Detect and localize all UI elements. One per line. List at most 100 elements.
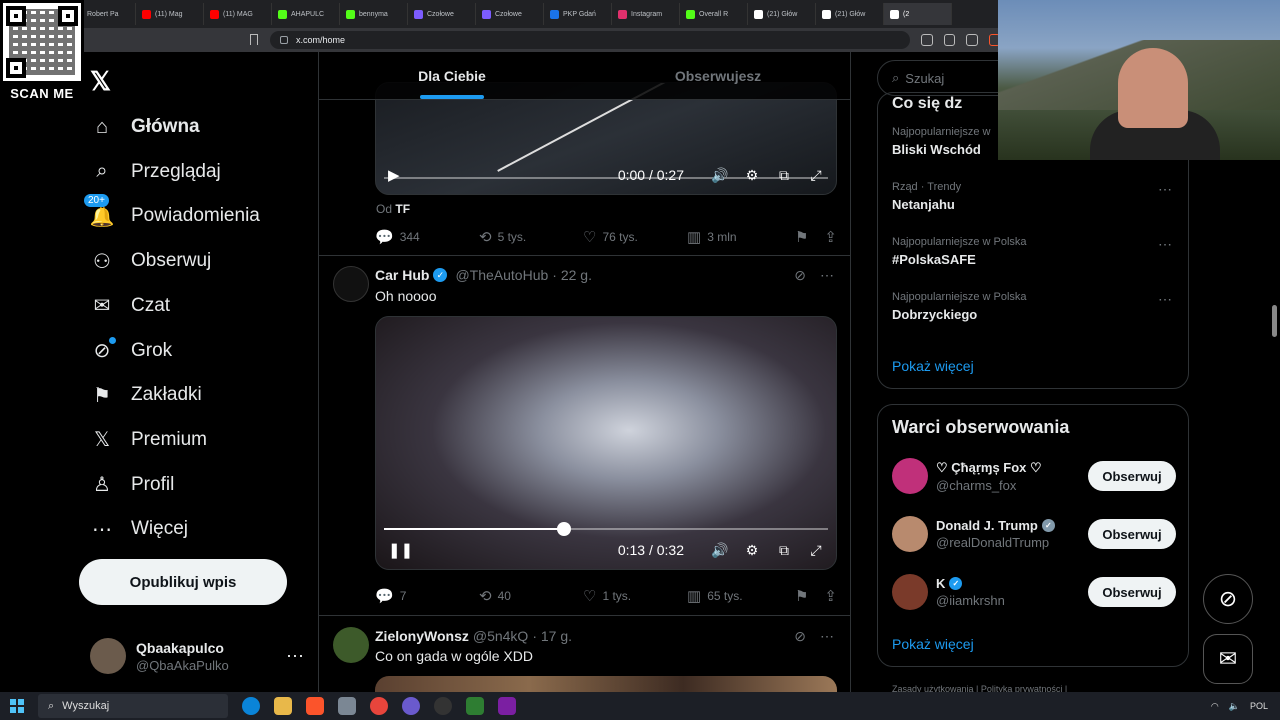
volume-icon[interactable]: 🔊 xyxy=(711,167,728,183)
page-scrollbar[interactable] xyxy=(1272,305,1277,337)
share-icon[interactable] xyxy=(966,34,978,46)
browser-tab[interactable]: PKP Gdań xyxy=(544,3,612,25)
nav-item-home[interactable]: ⌂ Główna xyxy=(90,105,200,149)
brave-icon[interactable] xyxy=(306,697,324,715)
tweet-time[interactable]: · 17 g. xyxy=(532,628,572,644)
avatar[interactable] xyxy=(333,627,369,663)
like-button[interactable]: ♡ 76 tys. xyxy=(583,228,687,246)
tweet-handle[interactable]: @TheAutoHub xyxy=(455,267,548,283)
wifi-icon[interactable]: ◠ xyxy=(1211,701,1219,712)
fullscreen-icon[interactable]: ⤢ xyxy=(808,542,824,558)
browser-tab[interactable]: Czołowe xyxy=(408,3,476,25)
grok-fab-icon[interactable]: ⊘ xyxy=(1203,574,1253,624)
more-icon[interactable]: ⋯ xyxy=(1158,291,1172,308)
follow-button[interactable]: Obserwuj xyxy=(1088,577,1176,607)
fullscreen-icon[interactable]: ⤢ xyxy=(808,167,824,183)
more-icon[interactable]: ⋯ xyxy=(820,628,834,645)
reply-button[interactable]: 💬 344 xyxy=(375,228,479,246)
trend-item[interactable]: Najpopularniejsze w Polska Dobrzyckiego ⋯ xyxy=(892,291,1182,322)
pip-icon[interactable]: ⧉ xyxy=(776,167,792,183)
nav-item-more[interactable]: ⋯ Więcej xyxy=(90,507,188,551)
trend-item[interactable]: Rząd · Trendy Netanjahu ⋯ xyxy=(892,181,1182,212)
app-icon[interactable] xyxy=(338,697,356,715)
browser-tab[interactable]: AHAPULC xyxy=(272,3,340,25)
post-button[interactable]: Opublikuj wpis xyxy=(79,559,287,605)
nav-item-mail[interactable]: ✉ Czat xyxy=(90,284,170,328)
nav-item-bell[interactable]: 🔔 20+ Powiadomienia xyxy=(84,194,260,238)
pip-icon[interactable]: ⧉ xyxy=(776,542,792,558)
grok-icon[interactable]: ⊘ xyxy=(794,267,806,284)
volume-icon[interactable]: 🔊 xyxy=(711,542,728,558)
file-explorer-icon[interactable] xyxy=(274,697,292,715)
follow-button[interactable]: Obserwuj xyxy=(1088,461,1176,491)
tab-following[interactable]: Obserwujesz xyxy=(585,52,850,99)
nav-item-bookmark[interactable]: ⚑ Zakładki xyxy=(90,373,202,417)
views-button[interactable]: ▥ 65 tys. xyxy=(687,587,791,605)
pause-icon[interactable]: ❚❚ xyxy=(388,541,418,559)
language-indicator[interactable]: POL xyxy=(1250,701,1268,711)
more-icon[interactable]: ⋯ xyxy=(1158,181,1172,198)
progress-handle[interactable] xyxy=(557,522,572,536)
cast-icon[interactable] xyxy=(943,34,956,46)
tweet-video[interactable]: ❚❚ 0:13 / 0:32 🔊 ⚙ ⧉ ⤢ xyxy=(375,316,837,570)
site-info-icon[interactable] xyxy=(280,36,288,44)
windows-start-icon[interactable] xyxy=(10,699,24,713)
like-button[interactable]: ♡ 1 tys. xyxy=(583,587,687,605)
settings-icon[interactable]: ⚙ xyxy=(744,542,760,558)
tweet-handle[interactable]: @5n4kQ xyxy=(473,628,528,644)
messages-fab-icon[interactable]: ✉ xyxy=(1203,634,1253,684)
nav-item-add-user[interactable]: ⚇ Obserwuj xyxy=(90,239,211,283)
show-more-link[interactable]: Pokaż więcej xyxy=(892,636,974,652)
tab-for-you[interactable]: Dla Ciebie xyxy=(319,52,585,99)
browser-tab[interactable]: (21) Głów xyxy=(748,3,816,25)
browser-tab[interactable]: Overall R xyxy=(680,3,748,25)
tweet-author[interactable]: ZielonyWonsz xyxy=(375,628,469,644)
video-progress-bar[interactable] xyxy=(384,522,828,536)
tweet-time[interactable]: · 22 g. xyxy=(552,267,592,283)
nav-item-grok[interactable]: ⊘ Grok xyxy=(90,329,172,373)
repost-button[interactable]: ⟲ 5 tys. xyxy=(479,228,583,246)
edge-icon[interactable] xyxy=(242,697,260,715)
app-icon[interactable] xyxy=(466,697,484,715)
bookmark-icon[interactable]: ⚑ xyxy=(795,228,808,246)
taskbar-search[interactable]: ⌕ Wyszukaj xyxy=(38,694,228,718)
browser-tab[interactable]: Czołowe xyxy=(476,3,544,25)
follow-suggestion[interactable]: K ✓ @iiamkrshn Obserwuj xyxy=(892,572,1176,612)
browser-tab[interactable]: bennyma xyxy=(340,3,408,25)
zoom-icon[interactable] xyxy=(921,34,933,46)
video-source-name[interactable]: TF xyxy=(395,202,410,216)
nav-item-x-premium[interactable]: 𝕏 Premium xyxy=(90,418,207,462)
repost-button[interactable]: ⟲ 40 xyxy=(479,587,583,605)
nav-item-profile[interactable]: ♙ Profil xyxy=(90,463,174,507)
trend-item[interactable]: Najpopularniejsze w Polska #PolskaSAFE ⋯ xyxy=(892,236,1182,267)
more-icon[interactable]: ⋯ xyxy=(1158,236,1172,253)
settings-icon[interactable]: ⚙ xyxy=(744,167,760,183)
app-icon[interactable] xyxy=(498,697,516,715)
browser-tab[interactable]: (21) Głów xyxy=(816,3,884,25)
grok-icon[interactable]: ⊘ xyxy=(794,628,806,645)
account-switcher[interactable]: Qbaakapulco @QbaAkaPulko ⋯ xyxy=(90,634,304,678)
bookmark-page-icon[interactable] xyxy=(250,34,258,45)
more-icon[interactable]: ⋯ xyxy=(820,267,834,284)
share-icon[interactable]: ⇪ xyxy=(824,228,837,246)
browser-tab[interactable]: (2 xyxy=(884,3,952,25)
browser-tab[interactable]: Instagram xyxy=(612,3,680,25)
browser-tab[interactable]: (11) MAG xyxy=(204,3,272,25)
follow-suggestion[interactable]: Donald J. Trump ✓ @realDonaldTrump Obserwuj xyxy=(892,514,1176,554)
reply-button[interactable]: 💬 7 xyxy=(375,587,479,605)
address-bar[interactable]: x.com/home xyxy=(270,31,911,49)
play-icon[interactable]: ▶ xyxy=(388,166,418,184)
share-icon[interactable]: ⇪ xyxy=(824,587,837,605)
views-button[interactable]: ▥ 3 mln xyxy=(687,228,791,246)
x-logo-icon[interactable]: 𝕏 xyxy=(90,66,111,97)
account-more-icon[interactable]: ⋯ xyxy=(286,646,304,667)
follow-button[interactable]: Obserwuj xyxy=(1088,519,1176,549)
avatar[interactable] xyxy=(333,266,369,302)
tweet-author[interactable]: Car Hub xyxy=(375,267,429,283)
discord-icon[interactable] xyxy=(402,697,420,715)
chrome-icon[interactable] xyxy=(370,697,388,715)
tweet-media[interactable] xyxy=(375,676,837,692)
show-more-link[interactable]: Pokaż więcej xyxy=(892,358,974,374)
bookmark-icon[interactable]: ⚑ xyxy=(795,587,808,605)
nav-item-search[interactable]: ⌕ Przeglądaj xyxy=(90,150,220,194)
